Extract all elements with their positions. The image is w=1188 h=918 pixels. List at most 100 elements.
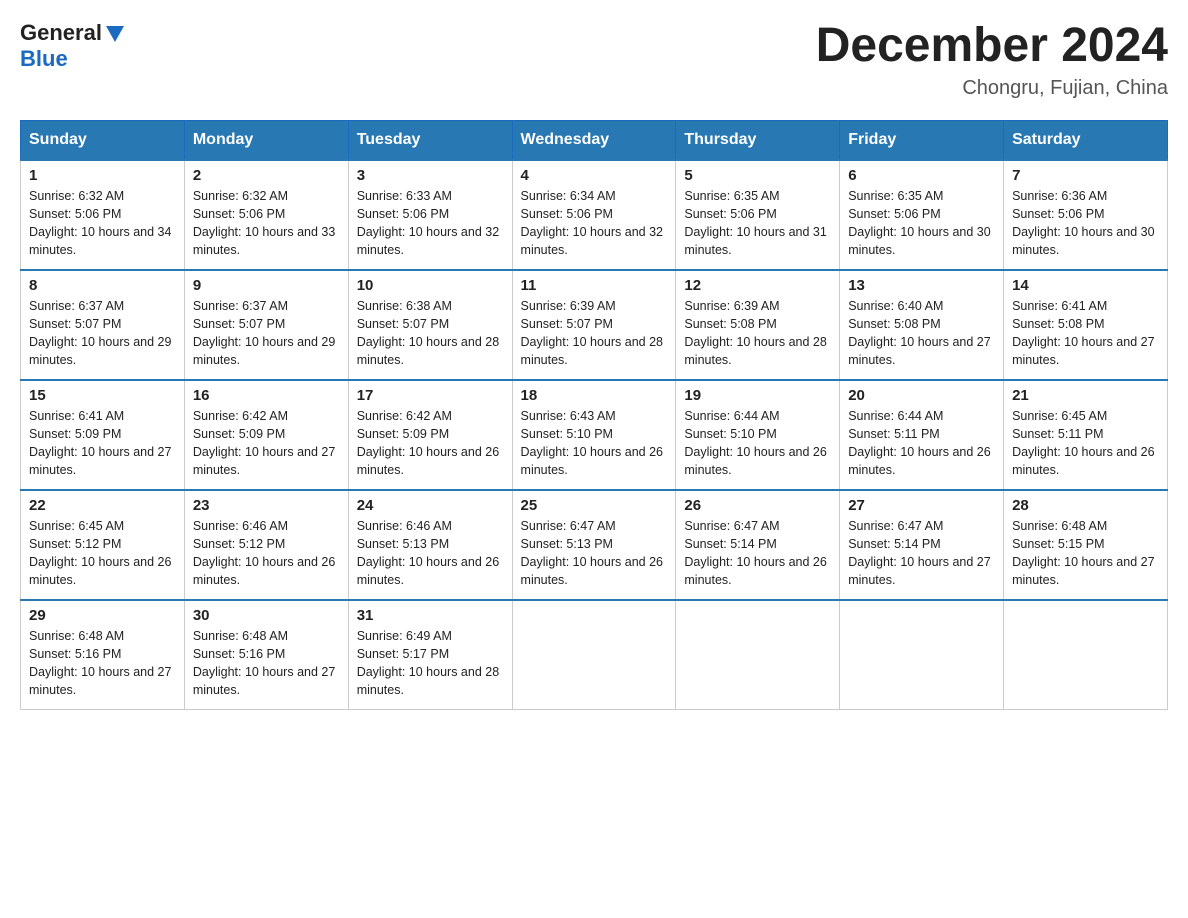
calendar-cell: 17 Sunrise: 6:42 AMSunset: 5:09 PMDaylig… xyxy=(348,380,512,490)
day-number: 5 xyxy=(684,167,831,184)
day-info: Sunrise: 6:39 AMSunset: 5:07 PMDaylight:… xyxy=(521,299,663,367)
day-number: 13 xyxy=(848,277,995,294)
calendar-cell: 25 Sunrise: 6:47 AMSunset: 5:13 PMDaylig… xyxy=(512,490,676,600)
col-header-friday: Friday xyxy=(840,120,1004,160)
day-info: Sunrise: 6:49 AMSunset: 5:17 PMDaylight:… xyxy=(357,629,499,697)
calendar-cell xyxy=(512,600,676,710)
logo-blue-text: Blue xyxy=(20,46,68,71)
day-number: 21 xyxy=(1012,387,1159,404)
day-number: 10 xyxy=(357,277,504,294)
calendar-cell: 28 Sunrise: 6:48 AMSunset: 5:15 PMDaylig… xyxy=(1004,490,1168,600)
day-number: 17 xyxy=(357,387,504,404)
day-info: Sunrise: 6:42 AMSunset: 5:09 PMDaylight:… xyxy=(357,409,499,477)
calendar-cell xyxy=(676,600,840,710)
day-number: 14 xyxy=(1012,277,1159,294)
page-header: General Blue December 2024 Chongru, Fuji… xyxy=(20,20,1168,100)
day-number: 30 xyxy=(193,607,340,624)
calendar-cell: 9 Sunrise: 6:37 AMSunset: 5:07 PMDayligh… xyxy=(184,270,348,380)
calendar-cell: 8 Sunrise: 6:37 AMSunset: 5:07 PMDayligh… xyxy=(21,270,185,380)
day-number: 6 xyxy=(848,167,995,184)
calendar-cell xyxy=(840,600,1004,710)
header-title-section: December 2024 Chongru, Fujian, China xyxy=(816,20,1168,100)
calendar-table: SundayMondayTuesdayWednesdayThursdayFrid… xyxy=(20,120,1168,711)
col-header-sunday: Sunday xyxy=(21,120,185,160)
calendar-cell: 5 Sunrise: 6:35 AMSunset: 5:06 PMDayligh… xyxy=(676,160,840,270)
day-number: 7 xyxy=(1012,167,1159,184)
day-number: 1 xyxy=(29,167,176,184)
calendar-cell: 12 Sunrise: 6:39 AMSunset: 5:08 PMDaylig… xyxy=(676,270,840,380)
calendar-cell: 31 Sunrise: 6:49 AMSunset: 5:17 PMDaylig… xyxy=(348,600,512,710)
day-number: 8 xyxy=(29,277,176,294)
calendar-cell: 11 Sunrise: 6:39 AMSunset: 5:07 PMDaylig… xyxy=(512,270,676,380)
day-info: Sunrise: 6:32 AMSunset: 5:06 PMDaylight:… xyxy=(29,189,171,257)
day-info: Sunrise: 6:46 AMSunset: 5:13 PMDaylight:… xyxy=(357,519,499,587)
calendar-cell: 29 Sunrise: 6:48 AMSunset: 5:16 PMDaylig… xyxy=(21,600,185,710)
day-info: Sunrise: 6:48 AMSunset: 5:16 PMDaylight:… xyxy=(29,629,171,697)
day-info: Sunrise: 6:35 AMSunset: 5:06 PMDaylight:… xyxy=(684,189,826,257)
calendar-cell: 23 Sunrise: 6:46 AMSunset: 5:12 PMDaylig… xyxy=(184,490,348,600)
day-number: 26 xyxy=(684,497,831,514)
calendar-cell: 16 Sunrise: 6:42 AMSunset: 5:09 PMDaylig… xyxy=(184,380,348,490)
day-number: 3 xyxy=(357,167,504,184)
day-info: Sunrise: 6:38 AMSunset: 5:07 PMDaylight:… xyxy=(357,299,499,367)
day-info: Sunrise: 6:44 AMSunset: 5:10 PMDaylight:… xyxy=(684,409,826,477)
calendar-week-row: 22 Sunrise: 6:45 AMSunset: 5:12 PMDaylig… xyxy=(21,490,1168,600)
calendar-cell: 14 Sunrise: 6:41 AMSunset: 5:08 PMDaylig… xyxy=(1004,270,1168,380)
calendar-cell: 18 Sunrise: 6:43 AMSunset: 5:10 PMDaylig… xyxy=(512,380,676,490)
calendar-cell: 27 Sunrise: 6:47 AMSunset: 5:14 PMDaylig… xyxy=(840,490,1004,600)
day-number: 9 xyxy=(193,277,340,294)
logo-triangle-icon xyxy=(104,24,126,44)
calendar-week-row: 15 Sunrise: 6:41 AMSunset: 5:09 PMDaylig… xyxy=(21,380,1168,490)
day-info: Sunrise: 6:46 AMSunset: 5:12 PMDaylight:… xyxy=(193,519,335,587)
col-header-tuesday: Tuesday xyxy=(348,120,512,160)
calendar-cell: 30 Sunrise: 6:48 AMSunset: 5:16 PMDaylig… xyxy=(184,600,348,710)
calendar-cell: 15 Sunrise: 6:41 AMSunset: 5:09 PMDaylig… xyxy=(21,380,185,490)
col-header-monday: Monday xyxy=(184,120,348,160)
day-number: 23 xyxy=(193,497,340,514)
day-number: 12 xyxy=(684,277,831,294)
day-number: 24 xyxy=(357,497,504,514)
day-number: 27 xyxy=(848,497,995,514)
day-info: Sunrise: 6:45 AMSunset: 5:12 PMDaylight:… xyxy=(29,519,171,587)
day-info: Sunrise: 6:45 AMSunset: 5:11 PMDaylight:… xyxy=(1012,409,1154,477)
logo: General Blue xyxy=(20,20,126,72)
calendar-week-row: 1 Sunrise: 6:32 AMSunset: 5:06 PMDayligh… xyxy=(21,160,1168,270)
calendar-cell: 19 Sunrise: 6:44 AMSunset: 5:10 PMDaylig… xyxy=(676,380,840,490)
day-info: Sunrise: 6:40 AMSunset: 5:08 PMDaylight:… xyxy=(848,299,990,367)
calendar-cell: 10 Sunrise: 6:38 AMSunset: 5:07 PMDaylig… xyxy=(348,270,512,380)
calendar-cell: 1 Sunrise: 6:32 AMSunset: 5:06 PMDayligh… xyxy=(21,160,185,270)
day-info: Sunrise: 6:41 AMSunset: 5:08 PMDaylight:… xyxy=(1012,299,1154,367)
day-info: Sunrise: 6:34 AMSunset: 5:06 PMDaylight:… xyxy=(521,189,663,257)
calendar-week-row: 29 Sunrise: 6:48 AMSunset: 5:16 PMDaylig… xyxy=(21,600,1168,710)
day-info: Sunrise: 6:47 AMSunset: 5:14 PMDaylight:… xyxy=(848,519,990,587)
day-number: 19 xyxy=(684,387,831,404)
month-title: December 2024 xyxy=(816,20,1168,73)
day-number: 20 xyxy=(848,387,995,404)
day-info: Sunrise: 6:44 AMSunset: 5:11 PMDaylight:… xyxy=(848,409,990,477)
day-info: Sunrise: 6:41 AMSunset: 5:09 PMDaylight:… xyxy=(29,409,171,477)
calendar-cell: 21 Sunrise: 6:45 AMSunset: 5:11 PMDaylig… xyxy=(1004,380,1168,490)
calendar-cell xyxy=(1004,600,1168,710)
day-number: 15 xyxy=(29,387,176,404)
day-info: Sunrise: 6:37 AMSunset: 5:07 PMDaylight:… xyxy=(29,299,171,367)
col-header-thursday: Thursday xyxy=(676,120,840,160)
day-info: Sunrise: 6:39 AMSunset: 5:08 PMDaylight:… xyxy=(684,299,826,367)
day-number: 16 xyxy=(193,387,340,404)
col-header-saturday: Saturday xyxy=(1004,120,1168,160)
day-info: Sunrise: 6:37 AMSunset: 5:07 PMDaylight:… xyxy=(193,299,335,367)
day-number: 2 xyxy=(193,167,340,184)
calendar-cell: 2 Sunrise: 6:32 AMSunset: 5:06 PMDayligh… xyxy=(184,160,348,270)
day-info: Sunrise: 6:36 AMSunset: 5:06 PMDaylight:… xyxy=(1012,189,1154,257)
day-info: Sunrise: 6:43 AMSunset: 5:10 PMDaylight:… xyxy=(521,409,663,477)
calendar-cell: 6 Sunrise: 6:35 AMSunset: 5:06 PMDayligh… xyxy=(840,160,1004,270)
day-number: 4 xyxy=(521,167,668,184)
day-info: Sunrise: 6:35 AMSunset: 5:06 PMDaylight:… xyxy=(848,189,990,257)
day-number: 22 xyxy=(29,497,176,514)
calendar-week-row: 8 Sunrise: 6:37 AMSunset: 5:07 PMDayligh… xyxy=(21,270,1168,380)
day-info: Sunrise: 6:47 AMSunset: 5:14 PMDaylight:… xyxy=(684,519,826,587)
day-info: Sunrise: 6:42 AMSunset: 5:09 PMDaylight:… xyxy=(193,409,335,477)
day-number: 28 xyxy=(1012,497,1159,514)
calendar-cell: 20 Sunrise: 6:44 AMSunset: 5:11 PMDaylig… xyxy=(840,380,1004,490)
day-number: 25 xyxy=(521,497,668,514)
calendar-header-row: SundayMondayTuesdayWednesdayThursdayFrid… xyxy=(21,120,1168,160)
